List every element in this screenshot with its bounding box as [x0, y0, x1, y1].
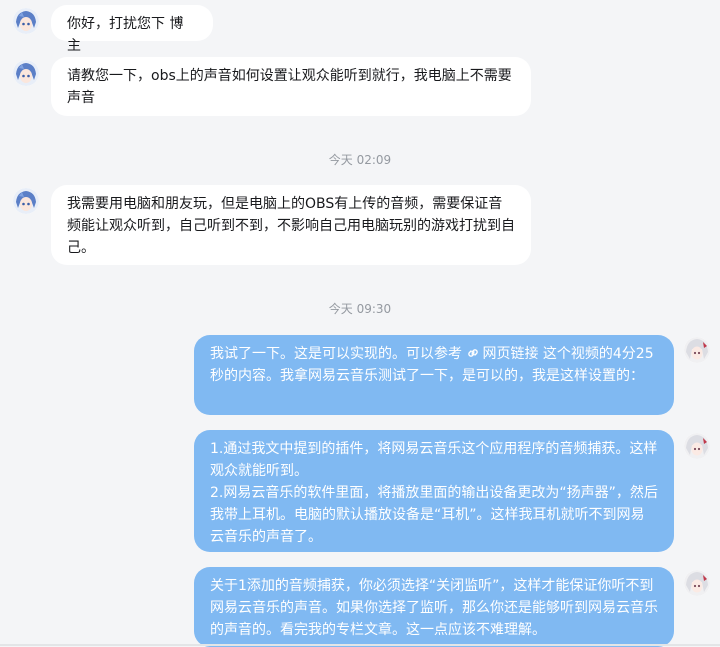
message-bubble-6[interactable]: 关于1添加的音频捕获，你必须选择“关闭监听”，这样才能保证你听不到网易云音乐的声… — [194, 567, 674, 647]
message-bubble-3[interactable]: 我需要用电脑和朋友玩，但是电脑上的OBS有上传的音频，需要保证音频能让观众听到，… — [51, 185, 531, 265]
message-text: 你好，打扰您下 博主 — [67, 16, 184, 54]
self-avatar[interactable] — [684, 433, 710, 459]
web-link[interactable]: 网页链接 — [466, 346, 538, 362]
other-user-avatar[interactable] — [13, 8, 39, 34]
timestamp: 今天 09:30 — [328, 302, 392, 316]
chat-history: 你好，打扰您下 博主 请教您一下，obs上的声音如何设置让观众能听到就行，我电脑… — [0, 0, 720, 647]
other-user-avatar[interactable] — [13, 188, 39, 214]
other-user-avatar[interactable] — [13, 60, 39, 86]
message-bubble-2[interactable]: 请教您一下，obs上的声音如何设置让观众能听到就行，我电脑上不需要声音 — [51, 57, 531, 116]
message-bubble-5[interactable]: 1.通过我文中提到的插件，将网易云音乐这个应用程序的音频捕获。这样观众就能听到。… — [194, 430, 674, 552]
timestamp: 今天 02:09 — [328, 153, 392, 167]
message-text: 请教您一下，obs上的声音如何设置让观众能听到就行，我电脑上不需要声音 — [67, 68, 512, 106]
self-avatar[interactable] — [684, 337, 710, 363]
self-avatar[interactable] — [684, 570, 710, 596]
message-line: 2.网易云音乐的软件里面，将播放里面的输出设备更改为“扬声器”，然后我带上耳机。… — [210, 485, 658, 545]
link-icon — [468, 349, 479, 357]
message-text-before: 我试了一下。这是可以实现的。可以参考 — [210, 346, 462, 362]
message-bubble-1[interactable]: 你好，打扰您下 博主 — [51, 5, 213, 54]
message-text: 关于1添加的音频捕获，你必须选择“关闭监听”，这样才能保证你听不到网易云音乐的声… — [210, 578, 658, 638]
message-text: 我需要用电脑和朋友玩，但是电脑上的OBS有上传的音频，需要保证音频能让观众听到，… — [67, 196, 515, 256]
web-link-label: 网页链接 — [482, 346, 539, 362]
message-line: 1.通过我文中提到的插件，将网易云音乐这个应用程序的音频捕获。这样观众就能听到。 — [210, 441, 658, 479]
message-bubble-4[interactable]: 我试了一下。这是可以实现的。可以参考 网页链接 这个视频的4分25秒的内容。我拿… — [194, 335, 674, 415]
